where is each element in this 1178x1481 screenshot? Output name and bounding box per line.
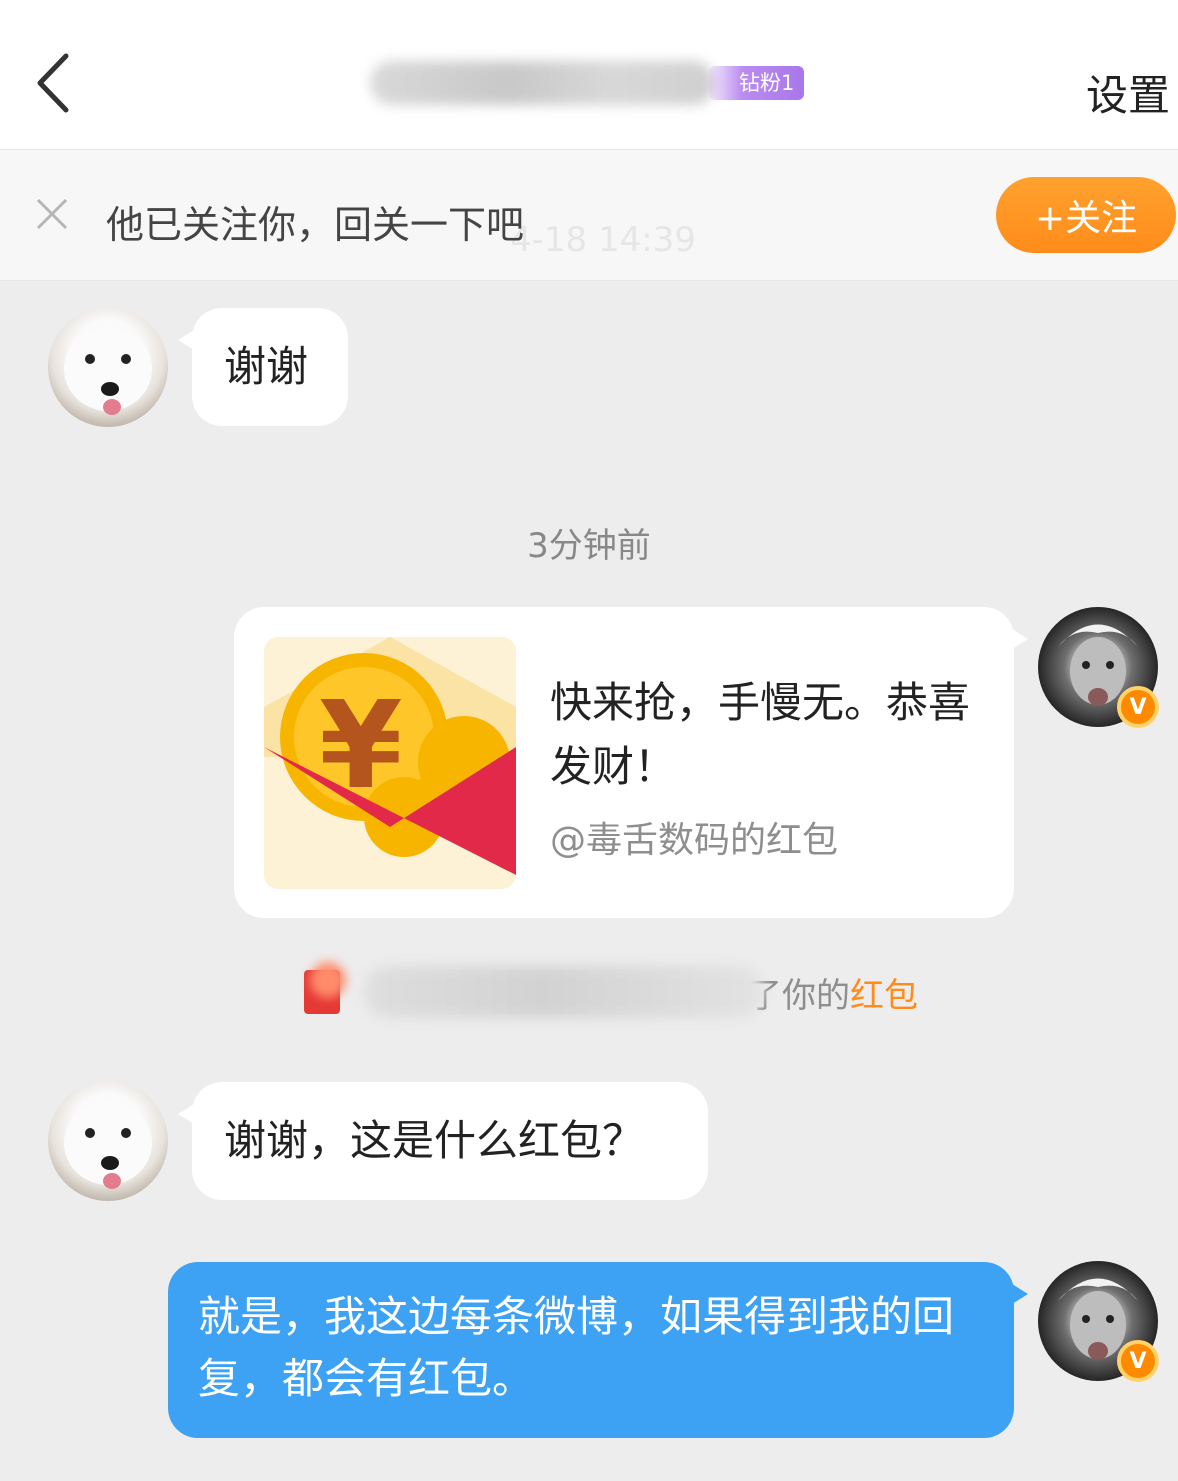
red-packet-sender: @毒舌数码的红包 — [550, 820, 839, 861]
follow-button[interactable]: +关注 — [996, 177, 1176, 253]
message-bubble[interactable]: 就是，我这边每条微博，如果得到我的回复，都会有红包。 — [168, 1262, 1028, 1438]
blurred-username — [364, 966, 764, 1018]
dog-face-icon — [64, 1101, 152, 1189]
red-packet-link[interactable]: 红包 — [850, 968, 918, 1017]
message-bubble[interactable]: 谢谢，这是什么红包？ — [178, 1082, 708, 1200]
message-text: 就是，我这边每条微博，如果得到我的回复，都会有红包。 — [198, 1292, 955, 1403]
back-button[interactable] — [28, 48, 88, 118]
blurred-username — [370, 61, 715, 105]
dog-face-icon — [64, 327, 152, 415]
svg-text:¥: ¥ — [319, 677, 403, 816]
avatar[interactable] — [48, 307, 168, 427]
ghost-timestamp: 4-18 14:39 — [510, 220, 696, 260]
chevron-left-icon — [37, 53, 69, 113]
chat-title: 钻粉1 — [370, 58, 805, 108]
red-packet-card[interactable]: ¥ 快来抢，手慢无。恭喜发财！ @毒舌数码的红包 — [234, 607, 1028, 918]
red-packet-title: 快来抢，手慢无。恭喜发财！ — [550, 678, 971, 791]
message-text: 谢谢，这是什么红包？ — [224, 1116, 645, 1165]
system-notice: 了你的 红包 — [304, 962, 918, 1020]
follow-back-text: 他已关注你，回关一下吧 — [106, 203, 525, 247]
banner-close-button[interactable] — [34, 196, 70, 232]
message-timestamp: 3分钟前 — [527, 526, 651, 566]
verified-badge: V — [1117, 1340, 1159, 1382]
red-packet-icon: ¥ — [264, 637, 516, 889]
chat-header: 钻粉1 设置 — [0, 0, 1178, 150]
red-packet-small-icon — [304, 962, 346, 1014]
avatar[interactable] — [48, 1081, 168, 1201]
message-text: 谢谢 — [224, 342, 309, 391]
fan-level-badge: 钻粉1 — [709, 66, 805, 100]
settings-button[interactable]: 设置 — [1086, 62, 1170, 123]
verified-badge: V — [1117, 686, 1159, 728]
message-bubble[interactable]: 谢谢 — [178, 308, 348, 426]
close-icon — [36, 198, 68, 230]
